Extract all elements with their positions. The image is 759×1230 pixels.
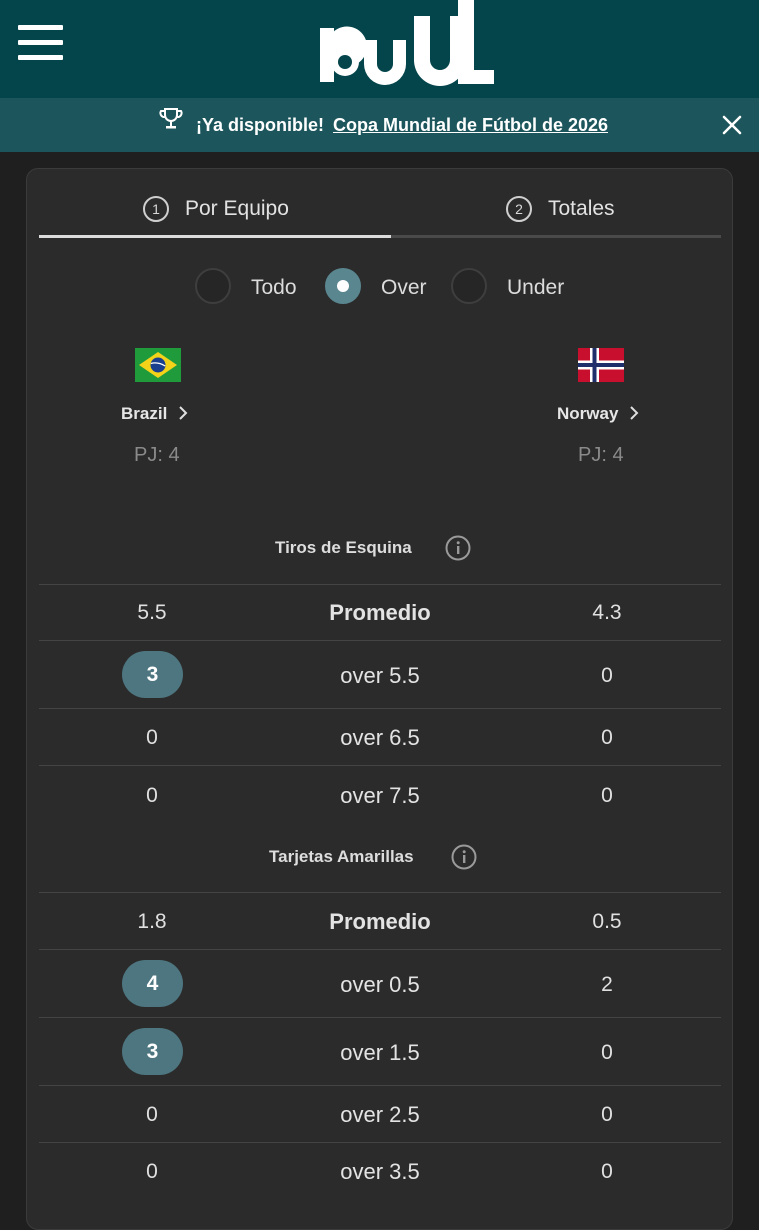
row-divider (39, 765, 721, 766)
away-team-games: PJ: 4 (578, 444, 624, 466)
info-icon[interactable] (445, 535, 471, 561)
row-divider (39, 949, 721, 950)
row-label: over 7.5 (340, 783, 420, 808)
row-label: Promedio (329, 909, 431, 934)
home-value: 0 (146, 726, 158, 749)
home-team-name: Brazil (121, 404, 168, 423)
row-label: over 5.5 (340, 663, 420, 688)
away-value: 0 (601, 1160, 613, 1183)
filter-radio-over[interactable] (325, 268, 361, 304)
away-value: 0 (601, 784, 613, 807)
chevron-right-icon (630, 406, 639, 420)
row-divider (39, 892, 721, 893)
row-label: over 1.5 (340, 1040, 420, 1065)
row-label: over 3.5 (340, 1159, 420, 1184)
home-value-highlight: 3 (122, 1028, 183, 1075)
norway-flag-icon (578, 348, 624, 382)
menu-icon[interactable] (18, 25, 63, 61)
away-value: 0 (601, 726, 613, 749)
top-header (0, 0, 759, 98)
row-label: over 2.5 (340, 1102, 420, 1127)
banner-text: ¡Ya disponible! (196, 115, 325, 135)
home-value: 5.5 (137, 601, 167, 624)
section-title-corners: Tiros de Esquina (275, 538, 412, 557)
row-divider (39, 584, 721, 585)
home-value: 0 (146, 1160, 158, 1183)
tab-totales[interactable]: 2 Totales (506, 180, 646, 236)
filter-radio-under[interactable] (451, 268, 487, 304)
info-icon[interactable] (451, 844, 477, 870)
tab-number-badge: 2 (506, 196, 532, 222)
home-value: 1.8 (137, 910, 167, 933)
section-title-yellow-cards: Tarjetas Amarillas (269, 847, 414, 866)
tab-number-badge: 1 (143, 196, 169, 222)
away-value: 0 (601, 1041, 613, 1064)
close-icon[interactable] (721, 114, 743, 136)
home-value-highlight: 3 (122, 651, 183, 698)
away-team-name: Norway (557, 404, 619, 423)
row-divider (39, 708, 721, 709)
row-label: over 6.5 (340, 725, 420, 750)
home-team-link[interactable]: Brazil (121, 404, 167, 424)
row-label: over 0.5 (340, 972, 420, 997)
trophy-icon (159, 108, 183, 129)
away-value: 2 (601, 973, 613, 996)
tab-por-equipo[interactable]: 1 Por Equipo (143, 180, 343, 236)
tab-active-indicator (39, 235, 391, 238)
home-team-games: PJ: 4 (134, 444, 180, 466)
home-value: 0 (146, 1103, 158, 1126)
away-value: 0 (601, 1103, 613, 1126)
filter-label-under: Under (507, 276, 565, 299)
row-divider (39, 640, 721, 641)
away-value: 0 (601, 664, 613, 687)
filter-radio-todo[interactable] (195, 268, 231, 304)
away-value: 4.3 (592, 601, 622, 624)
app-logo[interactable] (318, 0, 496, 92)
chevron-right-icon (179, 406, 188, 420)
tab-label: Totales (548, 197, 615, 220)
banner-link[interactable]: Copa Mundial de Fútbol de 2026 (333, 115, 608, 136)
row-divider (39, 1142, 721, 1143)
home-value-highlight: 4 (122, 960, 183, 1007)
row-divider (39, 1017, 721, 1018)
home-value: 0 (146, 784, 158, 807)
tab-label: Por Equipo (185, 197, 289, 220)
away-value: 0.5 (592, 910, 622, 933)
away-team-link[interactable]: Norway (557, 404, 618, 424)
row-label: Promedio (329, 600, 431, 625)
filter-label-todo: Todo (251, 276, 297, 299)
row-divider (39, 1085, 721, 1086)
brazil-flag-icon (135, 348, 181, 382)
filter-label-over: Over (381, 276, 427, 299)
